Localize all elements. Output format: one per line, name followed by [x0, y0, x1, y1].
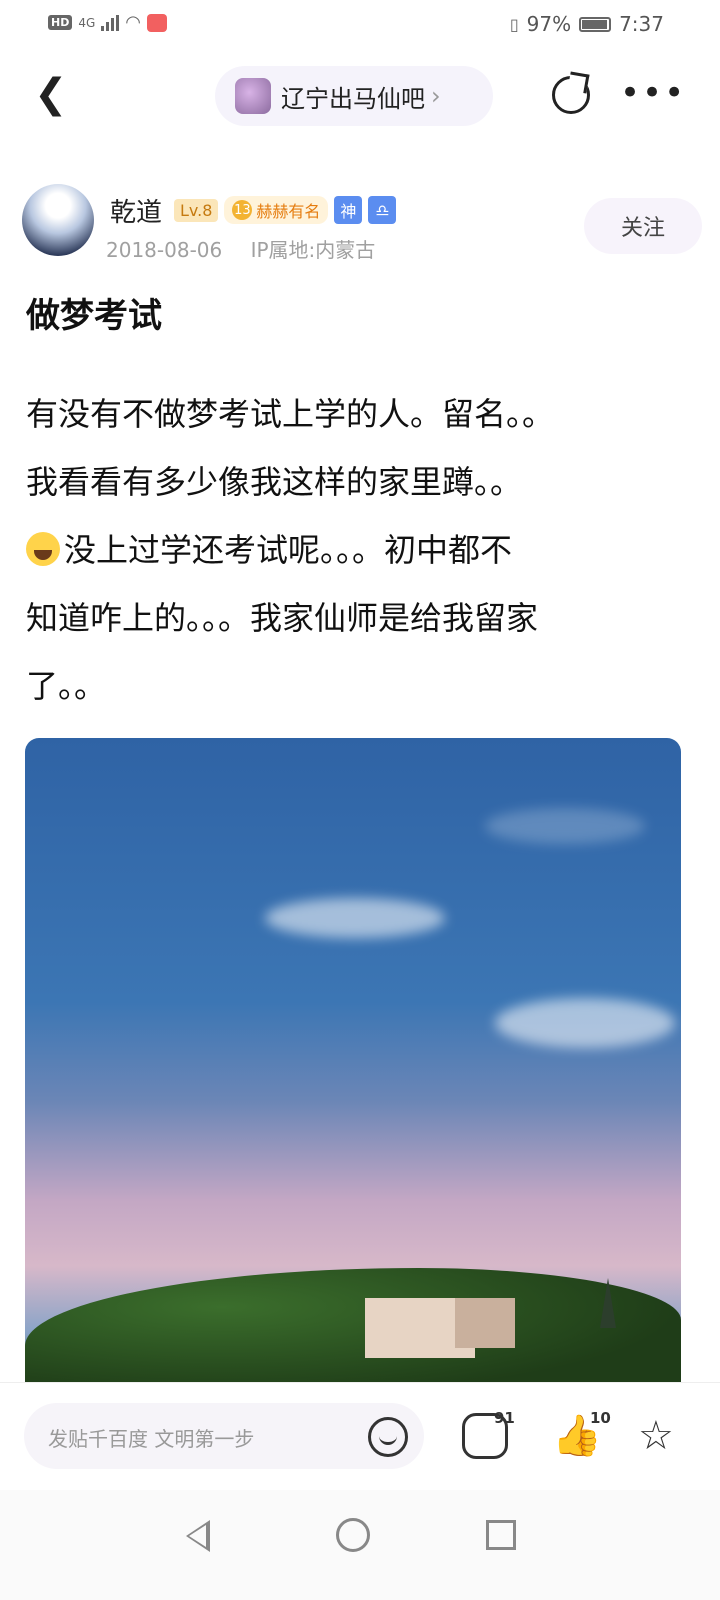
author-header: 乾道 Lv.8 13 赫赫有名 神 ♎ 2018-08-06 IP属地:内蒙古 … — [22, 180, 702, 270]
comment-count: 91 — [494, 1409, 515, 1427]
post-body: 有没有不做梦考试上学的人。留名。。 我看看有多少像我这样的家里蹲。。 没上过学还… — [26, 380, 694, 720]
zodiac-badge: ♎ — [368, 196, 397, 224]
system-nav — [0, 1490, 720, 1600]
more-icon[interactable]: ••• — [620, 76, 686, 110]
reply-input[interactable]: 发贴千百度 文明第一步 — [24, 1403, 424, 1469]
reply-placeholder: 发贴千百度 文明第一步 — [48, 1427, 255, 1451]
cloud-shape — [265, 898, 445, 938]
chevron-right-icon: › — [431, 82, 441, 110]
time: 7:37 — [619, 12, 664, 36]
post-line: 知道咋上的。。。我家仙师是给我留家 — [26, 599, 539, 637]
post-meta: 2018-08-06 IP属地:内蒙古 — [106, 234, 375, 263]
trees-shape — [25, 1268, 681, 1398]
battery-icon — [579, 16, 612, 32]
signal-icon — [101, 14, 120, 31]
vibrate-icon: ▯ — [509, 14, 519, 34]
network-badge: HD — [48, 15, 73, 30]
author-badges: Lv.8 13 赫赫有名 神 ♎ — [174, 196, 397, 224]
spire-shape — [600, 1278, 616, 1328]
bottom-bar: 发贴千百度 文明第一步 91 👍 10 ☆ — [0, 1382, 720, 1491]
post-title: 做梦考试 — [26, 296, 162, 336]
ip-location: IP属地:内蒙古 — [250, 238, 376, 262]
post-date: 2018-08-06 — [106, 238, 223, 262]
back-icon[interactable]: ❮ — [34, 74, 68, 114]
star-icon[interactable]: ☆ — [638, 1413, 684, 1459]
avatar[interactable] — [22, 184, 94, 256]
signal-label: 4G — [78, 15, 96, 30]
wifi-icon: ◠ — [125, 12, 141, 33]
honor-level: 13 — [232, 200, 253, 220]
honor-badge: 13 赫赫有名 — [224, 196, 329, 224]
notification-icon — [147, 13, 167, 32]
forum-pill[interactable]: 辽宁出马仙吧 › — [215, 66, 493, 126]
honor-title: 赫赫有名 — [256, 202, 321, 221]
author-name[interactable]: 乾道 — [110, 192, 162, 229]
cloud-shape — [485, 808, 645, 844]
cloud-shape — [495, 998, 675, 1048]
post-line: 了。。 — [26, 667, 107, 705]
forum-avatar — [235, 78, 271, 114]
follow-button[interactable]: 关注 — [584, 198, 702, 254]
castle-shape — [455, 1298, 515, 1348]
status-bar: HD 4G ◠ ▯ 97% 7:37 — [0, 0, 720, 50]
crying-emoji-icon — [26, 532, 60, 566]
forum-name: 辽宁出马仙吧 — [281, 84, 425, 113]
post-line-text: 没上过学还考试呢。。。初中都不 — [64, 531, 513, 569]
like-count: 10 — [590, 1409, 611, 1427]
recents-nav-icon[interactable] — [486, 1520, 516, 1550]
top-nav: ❮ 辽宁出马仙吧 › ••• — [0, 60, 720, 130]
share-icon[interactable] — [552, 76, 590, 114]
emoji-icon[interactable] — [368, 1417, 408, 1457]
battery-percent: 97% — [526, 12, 572, 36]
post-line: 我看看有多少像我这样的家里蹲。。 — [26, 463, 523, 501]
home-nav-icon[interactable] — [336, 1518, 370, 1552]
level-badge: Lv.8 — [174, 198, 219, 222]
post-image[interactable] — [25, 738, 681, 1398]
post-line: 没上过学还考试呢。。。初中都不 — [26, 516, 694, 584]
god-badge: 神 — [334, 196, 363, 224]
back-nav-icon[interactable] — [186, 1520, 210, 1552]
post-line: 有没有不做梦考试上学的人。留名。。 — [26, 395, 555, 433]
